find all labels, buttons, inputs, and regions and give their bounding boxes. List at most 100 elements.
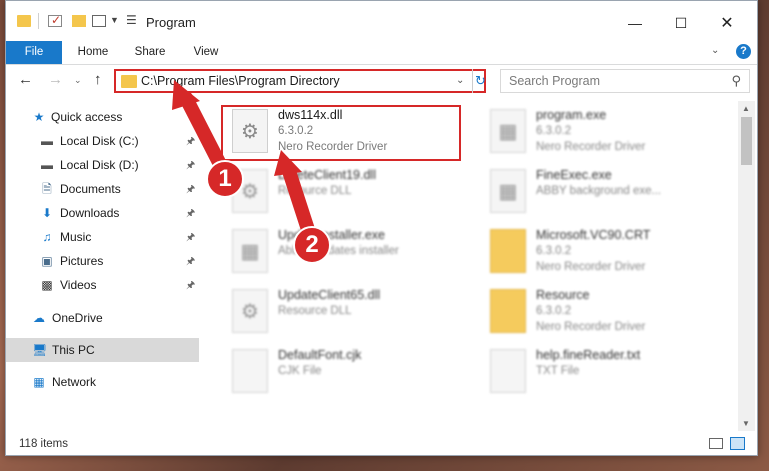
- sidebar-item-documents[interactable]: 🗎 Documents 🖈: [6, 177, 199, 201]
- item-count: 118 items: [19, 438, 69, 450]
- sidebar-item-label: Local Disk (D:): [60, 158, 139, 172]
- chevron-down-icon[interactable]: ⌄: [456, 75, 464, 86]
- address-bar[interactable]: C:\Program Files\Program Directory ⌄ ↻: [114, 69, 486, 93]
- file-type: Resource DLL: [278, 305, 352, 317]
- navigation-pane: ★ Quick access ▬ Local Disk (C:) 🖈 ▬ Loc…: [6, 101, 201, 431]
- maximize-button[interactable]: ☐: [658, 9, 704, 37]
- pin-icon[interactable]: 🖈: [186, 230, 195, 247]
- file-item[interactable]: Microsoft.VC90.CRT 6.3.0.2 Nero Recorder…: [464, 225, 704, 281]
- sidebar-item-label: This PC: [52, 343, 95, 357]
- text-file-icon: [490, 349, 526, 393]
- pin-icon[interactable]: 🖈: [186, 182, 195, 199]
- scroll-down-icon[interactable]: ▼: [742, 419, 750, 428]
- network-icon: ▦: [33, 375, 45, 389]
- sidebar-item-quick-access[interactable]: ★ Quick access: [6, 105, 199, 129]
- file-explorer-window: ▼ ☰ Program — ☐ ✕ File Home Share View ⌄…: [5, 0, 758, 456]
- search-icon[interactable]: ⚲: [731, 73, 741, 89]
- file-name: program.exe: [536, 108, 607, 122]
- file-description: Nero Recorder Driver: [536, 321, 646, 333]
- file-version: 6.3.0.2: [536, 125, 572, 137]
- tab-share[interactable]: Share: [130, 41, 170, 64]
- vertical-scrollbar[interactable]: ▲ ▼: [738, 101, 755, 431]
- search-input[interactable]: Search Program ⚲: [500, 69, 750, 93]
- pin-icon[interactable]: 🖈: [186, 278, 195, 295]
- file-item[interactable]: Resource 6.3.0.2 Nero Recorder Driver: [464, 285, 704, 341]
- file-item[interactable]: DefaultFont.cjk CJK File: [206, 345, 446, 401]
- file-name: FineExec.exe: [536, 168, 612, 182]
- sidebar-item-this-pc[interactable]: 🖥 This PC: [6, 338, 199, 362]
- new-folder-icon[interactable]: [72, 15, 86, 27]
- cloud-icon: ☁: [33, 311, 45, 325]
- sidebar-item-local-disk-d[interactable]: ▬ Local Disk (D:) 🖈: [6, 153, 199, 177]
- file-item[interactable]: help.fineReader.txt TXT File: [464, 345, 704, 401]
- file-description: Nero Recorder Driver: [536, 261, 646, 273]
- status-bar: 118 items: [6, 433, 757, 455]
- step-2-badge: 2: [293, 226, 331, 264]
- file-name: Resource: [536, 288, 590, 302]
- tab-home[interactable]: Home: [68, 41, 118, 64]
- scroll-up-icon[interactable]: ▲: [742, 104, 750, 113]
- sidebar-item-label: Pictures: [60, 254, 104, 268]
- properties-check-icon[interactable]: [48, 13, 62, 27]
- toolbar-separator: [38, 13, 39, 29]
- chevron-down-icon[interactable]: ▼: [110, 15, 119, 25]
- file-item[interactable]: ⚙ UpdateClient65.dll Resource DLL: [206, 285, 446, 341]
- up-arrow-icon[interactable]: ↑: [94, 71, 102, 88]
- minimize-button[interactable]: —: [612, 9, 658, 37]
- file-version: 6.3.0.2: [536, 245, 572, 257]
- tab-file[interactable]: File: [6, 41, 62, 64]
- sidebar-item-label: OneDrive: [52, 311, 103, 325]
- customize-toolbar-icon[interactable]: ☰: [126, 13, 137, 27]
- help-icon[interactable]: ?: [736, 44, 751, 59]
- ribbon-tabs: File Home Share View ⌄ ?: [6, 41, 757, 65]
- sidebar-item-local-disk-c[interactable]: ▬ Local Disk (C:) 🖈: [6, 129, 199, 153]
- sidebar-item-music[interactable]: ♫ Music 🖈: [6, 225, 199, 249]
- drive-icon: ▬: [41, 158, 53, 172]
- file-item[interactable]: ▦ FineExec.exe ABBY background exe...: [464, 165, 704, 221]
- sidebar-item-videos[interactable]: ▩ Videos 🖈: [6, 273, 199, 297]
- sidebar-item-pictures[interactable]: ▣ Pictures 🖈: [6, 249, 199, 273]
- music-icon: ♫: [42, 230, 52, 244]
- exe-icon: ▦: [490, 169, 526, 213]
- drive-icon: ▬: [41, 134, 53, 148]
- file-type: CJK File: [278, 365, 322, 377]
- sidebar-item-network[interactable]: ▦ Network: [6, 370, 199, 394]
- refresh-icon[interactable]: ↻: [472, 69, 488, 93]
- file-name: DeleteClient19.dll: [278, 168, 376, 182]
- window-title: Program: [146, 15, 196, 30]
- sidebar-item-label: Network: [52, 375, 97, 389]
- file-name: UpdateClient65.dll: [278, 288, 381, 302]
- close-button[interactable]: ✕: [704, 9, 750, 37]
- pin-icon[interactable]: 🖈: [186, 134, 195, 151]
- selected-file-highlight: [221, 105, 461, 161]
- sidebar-item-label: Local Disk (C:): [60, 134, 139, 148]
- document-icon: 🗎: [42, 182, 52, 196]
- sidebar-item-downloads[interactable]: ⬇ Downloads 🖈: [6, 201, 199, 225]
- pin-icon[interactable]: 🖈: [186, 206, 195, 223]
- file-type: TXT File: [536, 365, 580, 377]
- search-placeholder: Search Program: [509, 74, 601, 88]
- folder-icon: [490, 289, 526, 333]
- scrollbar-thumb[interactable]: [741, 117, 752, 165]
- address-path[interactable]: C:\Program Files\Program Directory: [141, 74, 340, 88]
- folder-icon: [121, 75, 137, 88]
- expand-ribbon-icon[interactable]: ⌄: [711, 45, 719, 56]
- sidebar-item-label: Documents: [60, 182, 121, 196]
- sidebar-item-onedrive[interactable]: ☁ OneDrive: [6, 306, 199, 330]
- file-item[interactable]: ▦ program.exe 6.3.0.2 Nero Recorder Driv…: [464, 105, 704, 161]
- file-name: help.fineReader.txt: [536, 348, 641, 362]
- forward-arrow-icon[interactable]: →: [48, 71, 63, 88]
- folder-icon: [490, 229, 526, 273]
- folder-icon[interactable]: [17, 15, 31, 27]
- tiles-view-icon[interactable]: [730, 437, 745, 450]
- recent-locations-icon[interactable]: ⌄: [74, 75, 82, 86]
- dll-gear-icon: ⚙: [232, 289, 268, 333]
- file-version: 6.3.0.2: [536, 305, 572, 317]
- star-icon: ★: [33, 110, 45, 124]
- details-view-icon[interactable]: [709, 438, 723, 449]
- quick-access-toolbar-icon[interactable]: [92, 15, 106, 27]
- pin-icon[interactable]: 🖈: [186, 158, 195, 175]
- back-arrow-icon[interactable]: ←: [18, 71, 33, 88]
- pin-icon[interactable]: 🖈: [186, 254, 195, 271]
- tab-view[interactable]: View: [186, 41, 226, 64]
